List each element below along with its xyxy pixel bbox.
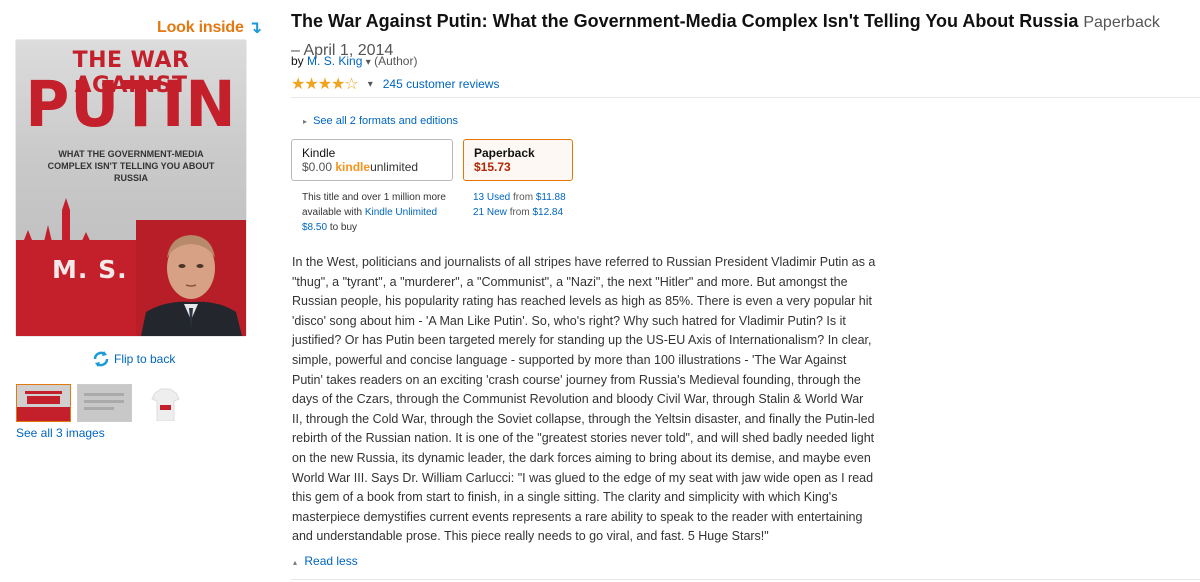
- kindle-buy-price-link[interactable]: $8.50: [302, 222, 327, 233]
- kindle-format-name: Kindle: [302, 146, 336, 160]
- kindle-format-swatch[interactable]: Kindle $0.00 kindleunlimited: [291, 139, 453, 181]
- collapse-triangle-icon: ▴: [293, 558, 298, 567]
- cover-title-line2: PUTIN: [25, 68, 237, 142]
- thumbnail-back-cover[interactable]: [77, 384, 132, 422]
- product-title: The War Against Putin: What the Governme…: [291, 8, 1200, 64]
- customer-reviews-link[interactable]: 245 customer reviews: [383, 77, 500, 91]
- byline: by M. S. King ▾ (Author): [291, 54, 417, 68]
- divider: [291, 579, 1200, 580]
- new-price[interactable]: $12.84: [532, 207, 563, 218]
- kindle-unlimited-note: This title and over 1 million more avail…: [302, 192, 446, 233]
- expand-triangle-icon: ▸: [303, 117, 308, 126]
- book-title: The War Against Putin: What the Governme…: [291, 11, 1079, 31]
- star-rating-icon[interactable]: ★★★★☆: [291, 74, 359, 94]
- kindle-price: $0.00: [302, 160, 333, 174]
- author-portrait: [136, 220, 246, 336]
- used-price[interactable]: $11.88: [536, 192, 566, 203]
- author-link[interactable]: M. S. King: [307, 54, 362, 68]
- image-block: Look inside ↴ THE WAR AGAINST PUTIN WHAT…: [0, 0, 270, 582]
- divider: [291, 97, 1200, 98]
- rating-dropdown-icon[interactable]: ▾: [368, 79, 373, 90]
- look-inside-button[interactable]: Look inside ↴: [157, 18, 262, 38]
- cover-subtitle: WHAT THE GOVERNMENT-MEDIA COMPLEX ISN'T …: [47, 149, 215, 183]
- book-cover-image[interactable]: THE WAR AGAINST PUTIN WHAT THE GOVERNMEN…: [16, 40, 246, 336]
- thumbnail-front-cover[interactable]: [16, 384, 71, 422]
- book-format: Paperback: [1083, 14, 1160, 31]
- kindle-unlimited-link[interactable]: Kindle Unlimited: [365, 207, 437, 218]
- used-offers-link[interactable]: 13 Used: [473, 192, 510, 203]
- see-all-formats-label: See all 2 formats and editions: [313, 115, 458, 127]
- book-description: In the West, politicians and journalists…: [292, 255, 876, 544]
- read-less-link[interactable]: ▴ Read less: [293, 554, 358, 568]
- author-role: (Author): [374, 54, 418, 68]
- look-inside-label: Look inside: [157, 19, 244, 36]
- new-offers-link[interactable]: 21 New: [473, 207, 507, 218]
- down-arrow-icon: ↴: [247, 18, 262, 37]
- paperback-offers: 13 Used from $11.88 21 New from $12.84: [473, 192, 566, 218]
- thumbnail-tshirt[interactable]: [138, 384, 193, 422]
- read-less-label: Read less: [304, 554, 358, 568]
- flip-label: Flip to back: [114, 352, 176, 366]
- by-label: by: [291, 54, 304, 68]
- flip-to-back-button[interactable]: Flip to back: [92, 350, 175, 368]
- kindle-unlimited-logo: kindleunlimited: [335, 160, 419, 174]
- rating-summary: ★★★★☆ ▾ 245 customer reviews: [291, 74, 499, 94]
- author-dropdown-icon[interactable]: ▾: [366, 57, 371, 68]
- see-all-images-link[interactable]: See all 3 images: [16, 426, 105, 440]
- thumbnail-strip: [16, 384, 193, 422]
- paperback-price: $15.73: [474, 160, 511, 174]
- see-all-formats-link[interactable]: ▸ See all 2 formats and editions: [303, 115, 458, 127]
- paperback-format-swatch[interactable]: Paperback $15.73: [463, 139, 573, 181]
- flip-icon: [93, 351, 109, 367]
- paperback-format-name: Paperback: [474, 146, 535, 160]
